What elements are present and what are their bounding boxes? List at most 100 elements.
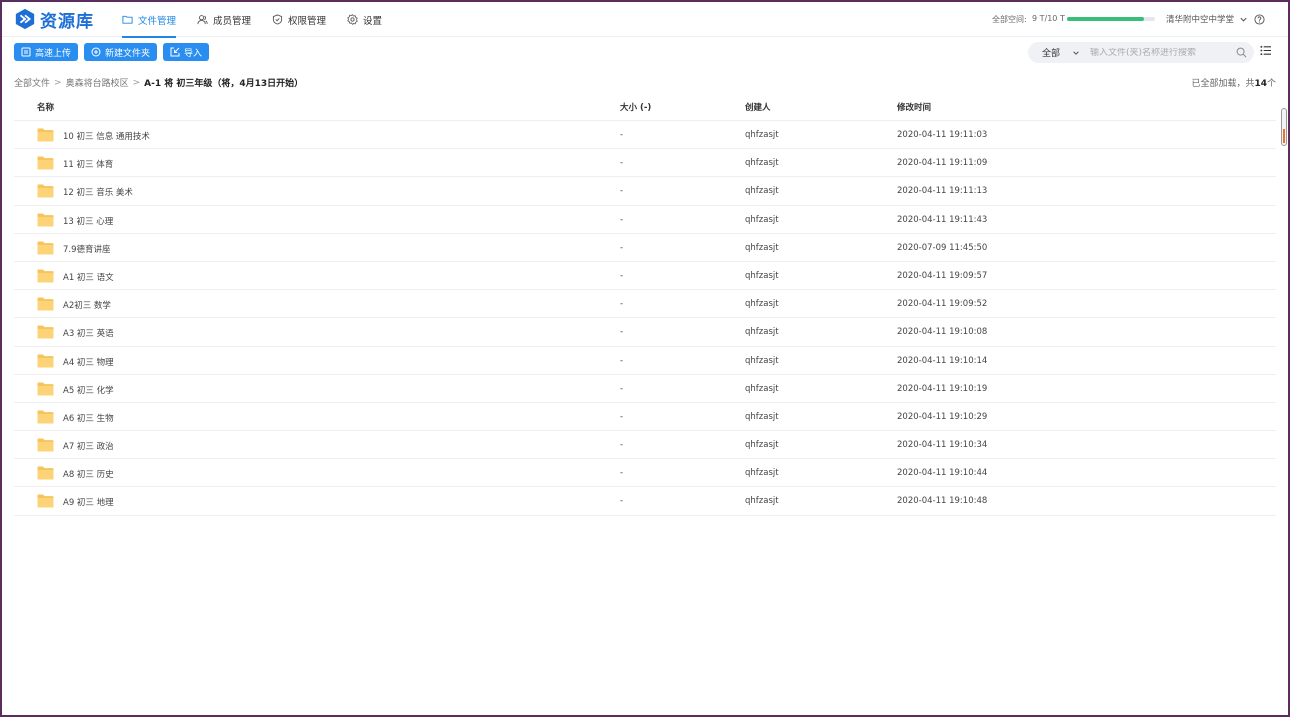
toolbar: 高速上传 新建文件夹 导入	[14, 43, 215, 61]
folder-icon	[122, 15, 133, 24]
folder-icon	[37, 410, 54, 424]
column-header-modified[interactable]: 修改时间	[897, 101, 931, 113]
list-view-icon[interactable]	[1260, 45, 1271, 56]
table-row[interactable]: A1 初三 语文 - qhfzasjt 2020-04-11 19:09:57	[14, 262, 1276, 291]
search-icon[interactable]	[1236, 47, 1247, 58]
table-row[interactable]: 10 初三 信息 通用技术 - qhfzasjt 2020-04-11 19:11:0…	[14, 121, 1276, 150]
folder-icon	[37, 325, 54, 339]
file-name[interactable]: A3 初三 英语	[63, 327, 114, 339]
file-name[interactable]: A5 初三 化学	[63, 384, 114, 396]
file-creator: qhfzasjt	[745, 299, 779, 310]
file-size: -	[620, 468, 624, 479]
folder-icon	[37, 184, 54, 198]
top-bar: 资源库 文件管理 成员管理 权限管理 设置 全部空间: 9 T/10 T 清华附…	[2, 2, 1288, 38]
table-row[interactable]: A5 初三 化学 - qhfzasjt 2020-04-11 19:10:19	[14, 375, 1276, 403]
table-row[interactable]: A8 初三 历史 - qhfzasjt 2020-04-11 19:10:44	[14, 459, 1276, 488]
file-name[interactable]: A8 初三 历史	[63, 468, 114, 480]
file-creator: qhfzasjt	[745, 186, 779, 197]
breadcrumb-separator: >	[132, 77, 141, 88]
load-status-prefix: 已全部加载，共	[1191, 79, 1255, 89]
table-row[interactable]: A9 初三 地理 - qhfzasjt 2020-04-11 19:10:48	[14, 487, 1276, 516]
file-size: -	[620, 158, 624, 169]
file-size: -	[620, 496, 624, 507]
file-creator: qhfzasjt	[745, 158, 779, 169]
table-row[interactable]: A2初三 数学 - qhfzasjt 2020-04-11 19:09:52	[14, 290, 1276, 319]
file-modified-time: 2020-07-09 11:45:50	[897, 242, 988, 253]
nav-label: 设置	[363, 15, 383, 27]
nav-file-management[interactable]: 文件管理	[122, 2, 177, 38]
file-creator: qhfzasjt	[745, 440, 779, 451]
search-scope-select[interactable]: 全部	[1028, 46, 1086, 59]
file-creator: qhfzasjt	[745, 383, 779, 394]
load-status-suffix: 个	[1266, 79, 1276, 89]
main-nav: 文件管理 成员管理 权限管理 设置	[122, 2, 403, 38]
table-row[interactable]: 11 初三 体育 - qhfzasjt 2020-04-11 19:11:09	[14, 149, 1276, 178]
file-name[interactable]: 10 初三 信息 通用技术	[63, 130, 150, 142]
file-size: -	[620, 411, 624, 422]
shield-icon	[272, 14, 283, 25]
logo-text: 资源库	[40, 11, 94, 32]
file-size: -	[620, 270, 624, 281]
table-row[interactable]: A6 初三 生物 - qhfzasjt 2020-04-11 19:10:29	[14, 403, 1276, 432]
nav-label: 文件管理	[138, 15, 177, 27]
gear-icon	[347, 14, 358, 25]
file-creator: qhfzasjt	[745, 130, 779, 140]
breadcrumb-separator: >	[54, 77, 62, 88]
folder-icon	[37, 466, 54, 480]
logo-icon	[15, 8, 35, 30]
members-icon	[197, 15, 208, 25]
column-header-name[interactable]: 名称	[37, 101, 54, 113]
upload-icon	[21, 47, 31, 57]
file-name[interactable]: A4 初三 物理	[63, 356, 114, 368]
table-row[interactable]: A4 初三 物理 - qhfzasjt 2020-04-11 19:10:14	[14, 347, 1276, 375]
table-row[interactable]: A7 初三 政治 - qhfzasjt 2020-04-11 19:10:34	[14, 431, 1276, 460]
file-name[interactable]: A7 初三 政治	[63, 440, 114, 452]
chevron-down-icon	[1073, 50, 1079, 55]
breadcrumb-level1[interactable]: 奥森将台路校区	[66, 76, 129, 89]
nav-settings[interactable]: 设置	[347, 2, 382, 37]
new-folder-button[interactable]: 新建文件夹	[84, 43, 158, 61]
file-name[interactable]: A1 初三 语文	[63, 271, 114, 283]
folder-icon	[37, 354, 54, 367]
storage-label: 全部空间:	[992, 15, 1027, 24]
table-row[interactable]: A3 初三 英语 - qhfzasjt 2020-04-11 19:10:08	[14, 318, 1276, 347]
file-name[interactable]: A9 初三 地理	[63, 496, 114, 508]
file-name[interactable]: 11 初三 体育	[63, 158, 113, 170]
breadcrumb-root[interactable]: 全部文件	[14, 76, 50, 89]
table-row[interactable]: 7.9德育讲座 - qhfzasjt 2020-07-09 11:45:50	[14, 234, 1276, 262]
nav-member-management[interactable]: 成员管理	[197, 2, 251, 37]
file-name[interactable]: A2初三 数学	[63, 299, 111, 311]
nav-permission-management[interactable]: 权限管理	[272, 2, 326, 37]
chevron-down-icon	[1240, 17, 1247, 22]
table-row[interactable]: 12 初三 音乐 美术 - qhfzasjt 2020-04-11 19:11:13	[14, 177, 1276, 206]
file-modified-time: 2020-04-11 19:10:44	[897, 468, 988, 479]
file-creator: qhfzasjt	[745, 355, 779, 366]
file-name[interactable]: 12 初三 音乐 美术	[63, 186, 133, 198]
fast-upload-label: 高速上传	[35, 48, 72, 59]
org-name: 清华附中空中学堂	[1166, 15, 1235, 25]
file-name[interactable]: 13 初三 心理	[63, 215, 113, 227]
column-header-creator[interactable]: 创建人	[745, 101, 771, 113]
logo[interactable]: 资源库	[14, 8, 94, 32]
folder-icon	[37, 241, 54, 255]
fast-upload-button[interactable]: 高速上传	[14, 43, 79, 61]
search-input[interactable]	[1086, 47, 1236, 58]
help-icon[interactable]	[1254, 14, 1265, 25]
vertical-scrollbar[interactable]	[1281, 108, 1287, 146]
column-header-size[interactable]: 大小 (-)	[620, 101, 651, 113]
file-size: -	[620, 440, 624, 451]
file-creator: qhfzasjt	[745, 242, 779, 253]
file-name[interactable]: A6 初三 生物	[63, 412, 114, 424]
file-creator: qhfzasjt	[745, 327, 779, 338]
table-row[interactable]: 13 初三 心理 - qhfzasjt 2020-04-11 19:11:43	[14, 206, 1276, 234]
folder-icon	[37, 213, 54, 227]
file-modified-time: 2020-04-11 19:09:52	[897, 299, 988, 310]
import-button[interactable]: 导入	[163, 43, 210, 61]
file-name[interactable]: 7.9德育讲座	[63, 243, 111, 255]
file-size: -	[620, 214, 624, 225]
folder-icon	[37, 156, 54, 170]
file-modified-time: 2020-04-11 19:10:34	[897, 440, 988, 451]
org-selector[interactable]: 清华附中空中学堂	[1166, 13, 1248, 25]
table-header: 名称 大小 (-) 创建人 修改时间	[14, 93, 1276, 121]
file-creator: qhfzasjt	[745, 496, 779, 507]
